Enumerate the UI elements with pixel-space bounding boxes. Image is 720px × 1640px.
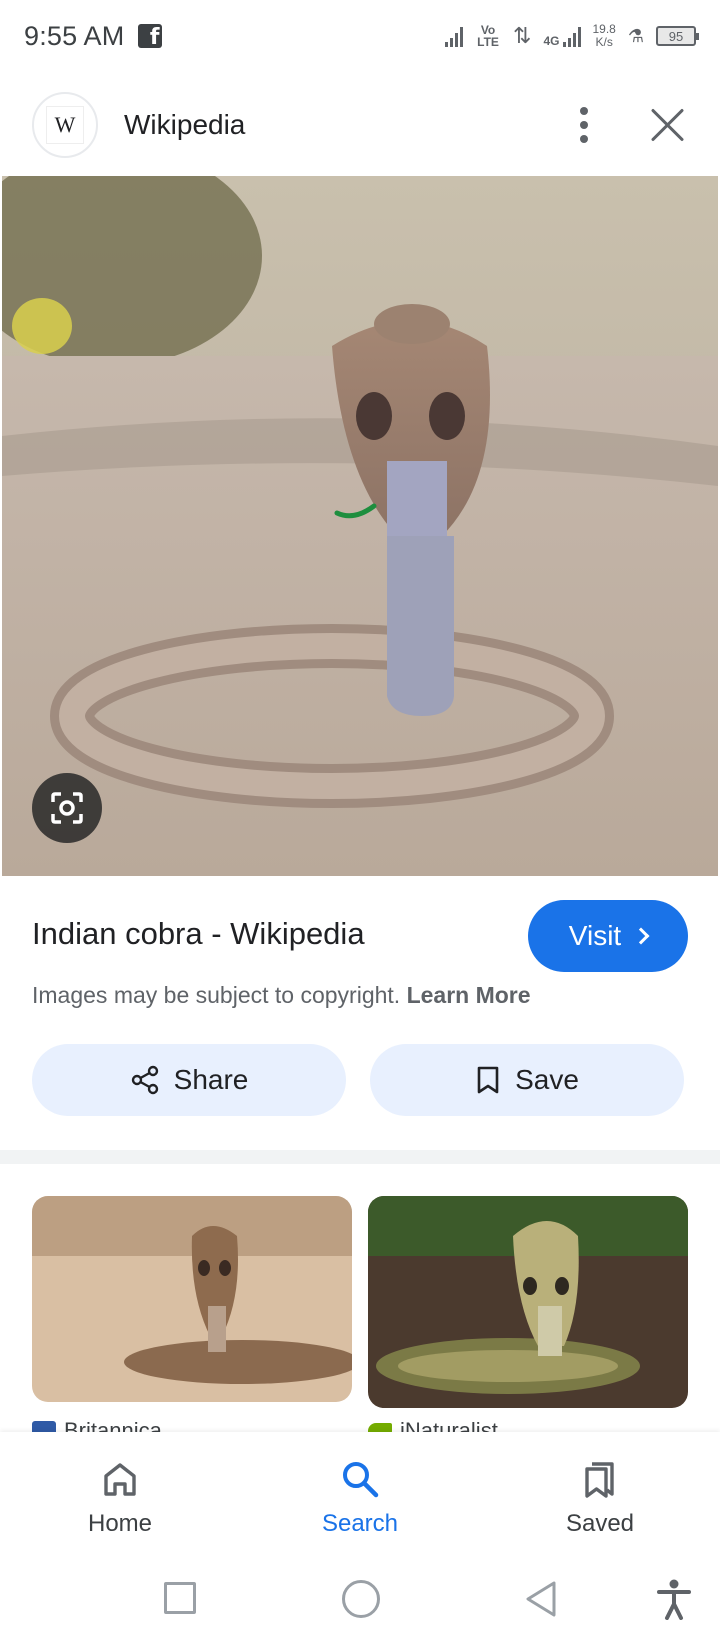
back-icon[interactable] bbox=[524, 1580, 558, 1618]
share-button[interactable]: Share bbox=[32, 1044, 346, 1116]
flask-icon: ⚗ bbox=[627, 25, 644, 46]
nav-search-label: Search bbox=[321, 1510, 399, 1537]
close-icon[interactable] bbox=[648, 105, 688, 145]
visit-button[interactable]: Visit bbox=[528, 900, 688, 972]
share-icon bbox=[131, 1065, 158, 1095]
system-navigation bbox=[0, 1562, 720, 1640]
wikipedia-logo-icon: W bbox=[46, 106, 84, 144]
signal-icon bbox=[445, 25, 464, 47]
section-divider bbox=[0, 1150, 720, 1164]
lens-icon bbox=[51, 792, 83, 824]
nav-home[interactable]: Home bbox=[0, 1432, 240, 1562]
nav-saved-label: Saved bbox=[565, 1510, 635, 1537]
learn-more-link[interactable]: Learn More bbox=[407, 982, 531, 1008]
home-circle-icon[interactable] bbox=[342, 1580, 380, 1618]
accessibility-icon[interactable] bbox=[656, 1578, 692, 1620]
related-image-britannica bbox=[32, 1196, 352, 1402]
related-image-card[interactable] bbox=[32, 1196, 352, 1402]
home-icon bbox=[104, 1463, 136, 1496]
related-image-card[interactable] bbox=[368, 1196, 688, 1408]
related-image-inaturalist bbox=[368, 1196, 688, 1408]
result-title: Indian cobra - Wikipedia bbox=[32, 916, 365, 951]
cobra-image bbox=[2, 176, 718, 876]
volte-label: Vo LTE bbox=[477, 23, 499, 49]
network-4g-label: 4G bbox=[543, 34, 560, 48]
chevron-right-icon bbox=[632, 927, 650, 945]
search-icon bbox=[343, 1462, 379, 1498]
status-bar: 9:55 AM Vo LTE ⇅ 4G 19.8 K/s ⚗ 95 bbox=[0, 0, 720, 72]
save-label: Save bbox=[515, 1064, 579, 1095]
status-indicators: Vo LTE ⇅ 4G 19.8 K/s ⚗ 95 bbox=[445, 23, 699, 49]
copyright-text: Images may be subject to copyright. bbox=[32, 982, 401, 1008]
nav-home-label: Home bbox=[87, 1510, 153, 1537]
bottom-navigation: Home Search Saved bbox=[0, 1432, 720, 1562]
network-4g-indicator: 4G bbox=[543, 25, 581, 48]
data-arrows-icon: ⇅ bbox=[513, 23, 532, 48]
bookmark-icon bbox=[477, 1066, 499, 1094]
viewer-header: W Wikipedia bbox=[0, 85, 720, 165]
status-time: 9:55 AM bbox=[24, 20, 125, 51]
recents-icon[interactable] bbox=[164, 1582, 196, 1614]
copyright-notice: Images may be subject to copyright. Lear… bbox=[32, 982, 531, 1009]
lens-search-button[interactable] bbox=[32, 773, 102, 843]
network-speed-unit: K/s bbox=[595, 35, 613, 49]
save-button[interactable]: Save bbox=[370, 1044, 684, 1116]
visit-label: Visit bbox=[568, 920, 622, 951]
facebook-notification-icon bbox=[138, 24, 163, 50]
site-name[interactable]: Wikipedia bbox=[124, 109, 245, 141]
saved-icon bbox=[585, 1462, 614, 1498]
signal-icon-2 bbox=[562, 25, 581, 47]
site-logo[interactable]: W bbox=[32, 92, 98, 158]
battery-icon: 95 bbox=[656, 26, 699, 46]
share-label: Share bbox=[173, 1064, 249, 1095]
main-image[interactable] bbox=[2, 176, 718, 876]
nav-search[interactable]: Search bbox=[240, 1432, 480, 1562]
network-speed: 19.8 K/s bbox=[593, 23, 616, 49]
more-options-button[interactable] bbox=[562, 95, 606, 155]
nav-saved[interactable]: Saved bbox=[480, 1432, 720, 1562]
